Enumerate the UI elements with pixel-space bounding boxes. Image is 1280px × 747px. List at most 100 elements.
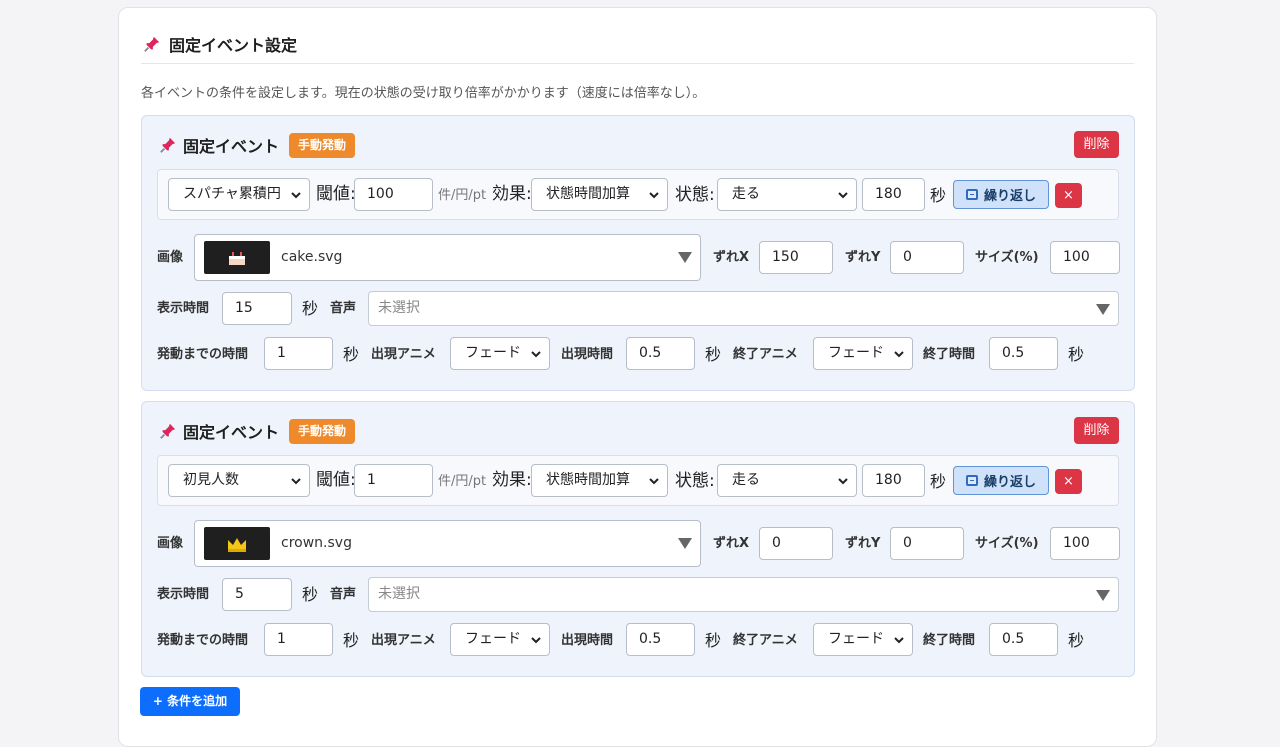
panel-description: 各イベントの条件を設定します。現在の状態の受け取り倍率がかかります（速度には倍率… xyxy=(141,86,706,101)
repeat-toggle-button[interactable]: 繰り返し xyxy=(953,466,1049,495)
add-condition-button[interactable]: + 条件を追加 xyxy=(140,687,240,716)
size-label: サイズ(%) xyxy=(975,250,1039,265)
effect-select[interactable]: 状態時間加算 xyxy=(531,464,668,497)
cake-icon xyxy=(229,251,245,265)
offset-y-input[interactable]: 0 xyxy=(890,527,964,560)
offset-x-input[interactable]: 150 xyxy=(759,241,833,274)
seconds-unit: 秒 xyxy=(930,186,947,205)
state-label: 状態: xyxy=(675,471,715,491)
image-label: 画像 xyxy=(157,536,184,551)
audio-select[interactable]: 未選択 xyxy=(368,291,1119,326)
panel-header: 固定イベント設定 xyxy=(143,32,297,56)
effect-label: 効果: xyxy=(492,470,532,490)
seconds-unit: 秒 xyxy=(302,299,319,318)
dropdown-arrow-icon xyxy=(678,252,692,263)
end-anim-select[interactable]: フェード xyxy=(813,337,913,370)
remove-condition-button[interactable]: × xyxy=(1055,469,1082,494)
display-time-label: 表示時間 xyxy=(157,587,210,602)
pin-icon xyxy=(160,137,176,153)
delay-input[interactable]: 1 xyxy=(264,337,333,370)
appear-anim-select[interactable]: フェード xyxy=(450,337,550,370)
seconds-unit: 秒 xyxy=(343,631,360,650)
divider xyxy=(141,63,1134,64)
seconds-unit: 秒 xyxy=(1068,631,1085,650)
end-time-input[interactable]: 0.5 xyxy=(989,337,1058,370)
delay-label: 発動までの時間 xyxy=(157,633,249,648)
event-header: 固定イベント 手動発動 xyxy=(159,418,356,444)
remove-condition-button[interactable]: × xyxy=(1055,183,1082,208)
condition-select[interactable]: スパチャ累積円 xyxy=(168,178,310,211)
event-title: 固定イベント xyxy=(183,137,280,156)
condition-row: スパチャ累積円 閾値: 100 件/円/pt 効果: 状態時間加算 状態: 走る… xyxy=(157,169,1119,220)
panel-title: 固定イベント設定 xyxy=(169,36,298,55)
end-anim-label: 終了アニメ xyxy=(733,633,798,648)
threshold-input[interactable]: 100 xyxy=(354,178,433,211)
audio-label: 音声 xyxy=(330,301,357,316)
size-label: サイズ(%) xyxy=(975,536,1039,551)
pin-icon xyxy=(160,423,176,439)
appear-anim-label: 出現アニメ xyxy=(371,347,436,362)
size-input[interactable]: 100 xyxy=(1050,527,1120,560)
appear-anim-label: 出現アニメ xyxy=(371,633,436,648)
delete-event-button[interactable]: 削除 xyxy=(1074,131,1119,158)
image-select[interactable]: crown.svg xyxy=(194,520,701,567)
display-time-input[interactable]: 5 xyxy=(222,578,292,611)
threshold-input[interactable]: 1 xyxy=(354,464,433,497)
crown-icon xyxy=(228,537,246,552)
chevron-down-icon xyxy=(894,637,904,644)
image-select[interactable]: cake.svg xyxy=(194,234,701,281)
delay-input[interactable]: 1 xyxy=(264,623,333,656)
chevron-down-icon xyxy=(838,192,848,199)
image-thumbnail xyxy=(204,241,270,274)
end-anim-label: 終了アニメ xyxy=(733,347,798,362)
delay-label: 発動までの時間 xyxy=(157,347,249,362)
image-filename: crown.svg xyxy=(281,535,352,551)
appear-time-label: 出現時間 xyxy=(561,633,614,648)
end-anim-select[interactable]: フェード xyxy=(813,623,913,656)
appear-time-input[interactable]: 0.5 xyxy=(626,337,695,370)
chevron-down-icon xyxy=(894,351,904,358)
display-time-input[interactable]: 15 xyxy=(222,292,292,325)
effect-select[interactable]: 状態時間加算 xyxy=(531,178,668,211)
image-filename: cake.svg xyxy=(281,249,343,265)
state-seconds-input[interactable]: 180 xyxy=(862,178,925,211)
seconds-unit: 秒 xyxy=(705,631,722,650)
chevron-down-icon xyxy=(838,478,848,485)
manual-trigger-badge[interactable]: 手動発動 xyxy=(289,132,356,158)
seconds-unit: 秒 xyxy=(930,472,947,491)
event-title: 固定イベント xyxy=(183,423,280,442)
state-label: 状態: xyxy=(675,185,715,205)
size-input[interactable]: 100 xyxy=(1050,241,1120,274)
offset-x-input[interactable]: 0 xyxy=(759,527,833,560)
end-time-input[interactable]: 0.5 xyxy=(989,623,1058,656)
offset-y-input[interactable]: 0 xyxy=(890,241,964,274)
repeat-toggle-button[interactable]: 繰り返し xyxy=(953,180,1049,209)
chevron-down-icon xyxy=(649,192,659,199)
delete-event-button[interactable]: 削除 xyxy=(1074,417,1119,444)
state-select[interactable]: 走る xyxy=(717,178,857,211)
offset-x-label: ずれX xyxy=(713,536,750,551)
condition-select[interactable]: 初見人数 xyxy=(168,464,310,497)
seconds-unit: 秒 xyxy=(705,345,722,364)
event-card: 固定イベント 手動発動 削除 初見人数 閾値: 1 件/円/pt 効果: 状態時… xyxy=(141,401,1135,677)
threshold-label: 閾値: xyxy=(316,184,356,204)
threshold-label: 閾値: xyxy=(316,470,356,490)
audio-select[interactable]: 未選択 xyxy=(368,577,1119,612)
appear-time-input[interactable]: 0.5 xyxy=(626,623,695,656)
dropdown-arrow-icon xyxy=(1096,590,1110,601)
appear-time-label: 出現時間 xyxy=(561,347,614,362)
offset-y-label: ずれY xyxy=(845,536,881,551)
threshold-unit-hint: 件/円/pt xyxy=(438,188,487,203)
repeat-icon xyxy=(965,475,978,486)
manual-trigger-badge[interactable]: 手動発動 xyxy=(289,418,356,444)
event-card: 固定イベント 手動発動 削除 スパチャ累積円 閾値: 100 件/円/pt 効果… xyxy=(141,115,1135,391)
appear-anim-select[interactable]: フェード xyxy=(450,623,550,656)
display-time-label: 表示時間 xyxy=(157,301,210,316)
threshold-unit-hint: 件/円/pt xyxy=(438,474,487,489)
seconds-unit: 秒 xyxy=(343,345,360,364)
state-select[interactable]: 走る xyxy=(717,464,857,497)
chevron-down-icon xyxy=(291,192,301,199)
chevron-down-icon xyxy=(649,478,659,485)
dropdown-arrow-icon xyxy=(678,538,692,549)
state-seconds-input[interactable]: 180 xyxy=(862,464,925,497)
